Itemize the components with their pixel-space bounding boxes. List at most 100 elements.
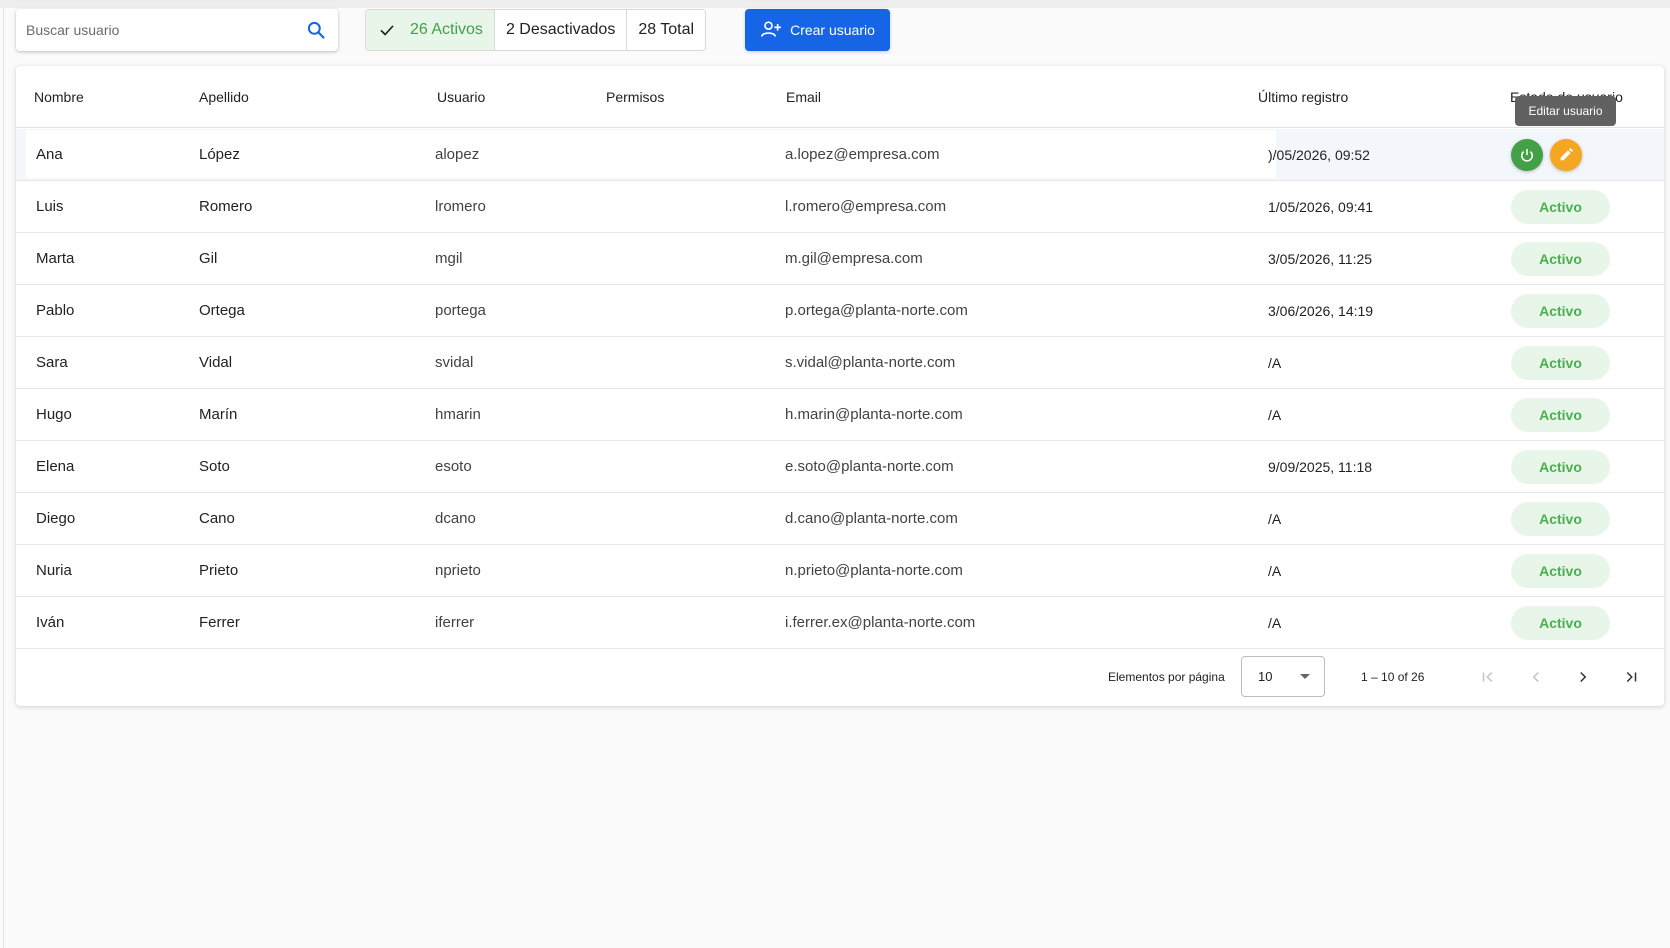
status-badge: Activo bbox=[1511, 190, 1610, 224]
status-badge: Activo bbox=[1511, 554, 1610, 588]
cell-email: a.lopez@empresa.com bbox=[785, 146, 940, 163]
status-badge: Activo bbox=[1511, 502, 1610, 536]
left-divider bbox=[3, 8, 4, 948]
status-badge: Activo bbox=[1511, 294, 1610, 328]
cell-nombre: Luis bbox=[36, 198, 64, 215]
table-row[interactable]: Luis Romero lromero l.romero@empresa.com 1/0… bbox=[16, 181, 1664, 233]
cell-nombre: Diego bbox=[36, 510, 76, 527]
header-ultimo-registro[interactable]: Último registro bbox=[1258, 66, 1348, 128]
cell-ultimo-registro: 9/09/2025, 11:18 bbox=[1268, 459, 1373, 475]
cell-apellido: Cano bbox=[199, 510, 235, 527]
cell-apellido: Soto bbox=[199, 458, 230, 475]
cell-email: p.ortega@planta-norte.com bbox=[785, 302, 968, 319]
cell-nombre: Nuria bbox=[36, 562, 72, 579]
status-badge: Activo bbox=[1511, 398, 1610, 432]
check-icon bbox=[378, 21, 396, 39]
header-email[interactable]: Email bbox=[786, 66, 821, 128]
cell-ultimo-registro: )/05/2026, 09:52 bbox=[1268, 147, 1370, 163]
cell-nombre: Ana bbox=[36, 146, 63, 163]
create-user-button[interactable]: Crear usuario bbox=[745, 9, 890, 51]
table-row[interactable]: Elena Soto esoto e.soto@planta-norte.com 9/0… bbox=[16, 441, 1664, 493]
cell-email: i.ferrer.ex@planta-norte.com bbox=[785, 614, 976, 631]
header-apellido[interactable]: Apellido bbox=[199, 66, 249, 128]
cell-nombre: Iván bbox=[36, 614, 65, 631]
cell-usuario: esoto bbox=[435, 458, 472, 475]
pencil-icon bbox=[1560, 148, 1573, 161]
cell-usuario: lromero bbox=[435, 198, 486, 215]
cell-email: n.prieto@planta-norte.com bbox=[785, 562, 963, 579]
search-icon[interactable] bbox=[304, 18, 328, 42]
cell-apellido: Romero bbox=[199, 198, 253, 215]
search-input[interactable] bbox=[26, 22, 304, 38]
cell-apellido: Vidal bbox=[199, 354, 233, 371]
status-badge: Activo bbox=[1511, 606, 1610, 640]
cell-nombre: Hugo bbox=[36, 406, 72, 423]
header-permisos[interactable]: Permisos bbox=[606, 66, 664, 128]
last-page-icon[interactable] bbox=[1619, 665, 1643, 689]
cell-usuario: dcano bbox=[435, 510, 476, 527]
cell-ultimo-registro: /A bbox=[1268, 407, 1282, 423]
table-row[interactable]: Iván Ferrer iferrer i.ferrer.ex@planta-nort… bbox=[16, 597, 1664, 649]
cell-ultimo-registro: /A bbox=[1268, 563, 1282, 579]
top-strip bbox=[0, 0, 1670, 8]
table-row[interactable]: Diego Cano dcano d.cano@planta-norte.com/A A… bbox=[16, 493, 1664, 545]
cell-apellido: Prieto bbox=[199, 562, 239, 579]
cell-email: l.romero@empresa.com bbox=[785, 198, 947, 215]
filter-active-label: 26 Activos bbox=[410, 21, 483, 38]
edit-user-tooltip: Editar usuario bbox=[1515, 96, 1616, 126]
cell-nombre: Marta bbox=[36, 250, 75, 267]
status-badge: Activo bbox=[1511, 242, 1610, 276]
cell-apellido: Gil bbox=[199, 250, 218, 267]
table-row[interactable]: Hugo Marín hmarin h.marin@planta-norte.com /… bbox=[16, 389, 1664, 441]
page-range: 1 – 10 of 26 bbox=[1361, 670, 1425, 684]
filter-deactivated[interactable]: 2 Desactivados bbox=[495, 10, 628, 50]
cell-apellido: Ortega bbox=[199, 302, 245, 319]
table-row[interactable]: Ana López alopez a.lopez@empresa.com)/05/20… bbox=[16, 129, 1664, 181]
cell-ultimo-registro: 3/05/2026, 11:25 bbox=[1268, 251, 1373, 267]
search-box[interactable] bbox=[16, 9, 338, 51]
status-badge: Activo bbox=[1511, 450, 1610, 484]
create-user-label: Crear usuario bbox=[790, 22, 875, 38]
cell-email: s.vidal@planta-norte.com bbox=[785, 354, 956, 371]
cell-usuario: mgil bbox=[435, 250, 463, 267]
cell-usuario: svidal bbox=[435, 354, 474, 371]
header-nombre[interactable]: Nombre bbox=[34, 66, 84, 128]
table-row[interactable]: Marta Gil mgil m.gil@empresa.com 3/05/2026, … bbox=[16, 233, 1664, 285]
cell-nombre: Sara bbox=[36, 354, 68, 371]
cell-nombre: Elena bbox=[36, 458, 75, 475]
first-page-icon[interactable] bbox=[1476, 665, 1500, 689]
header-usuario[interactable]: Usuario bbox=[437, 66, 485, 128]
edit-user-button[interactable] bbox=[1550, 139, 1582, 171]
status-badge: Activo bbox=[1511, 346, 1610, 380]
table-row[interactable]: Sara Vidal svidal s.vidal@planta-norte.com /… bbox=[16, 337, 1664, 389]
filter-total-label: 28 Total bbox=[638, 21, 695, 38]
next-page-icon[interactable] bbox=[1571, 665, 1595, 689]
users-table-card: Nombre Apellido Usuario Permisos Email Ú… bbox=[16, 66, 1664, 706]
cell-apellido: Ferrer bbox=[199, 614, 240, 631]
page-size-select[interactable]: 10 bbox=[1241, 656, 1325, 697]
cell-ultimo-registro: /A bbox=[1268, 355, 1282, 371]
previous-page-icon[interactable] bbox=[1524, 665, 1548, 689]
cell-email: d.cano@planta-norte.com bbox=[785, 510, 958, 527]
cell-apellido: Marín bbox=[199, 406, 238, 423]
power-toggle-button[interactable] bbox=[1511, 139, 1543, 171]
page-size-value: 10 bbox=[1258, 669, 1273, 684]
cell-apellido: López bbox=[199, 146, 240, 163]
cell-usuario: nprieto bbox=[435, 562, 481, 579]
cell-ultimo-registro: 3/06/2026, 14:19 bbox=[1268, 303, 1374, 319]
cell-email: e.soto@planta-norte.com bbox=[785, 458, 954, 475]
table-row[interactable]: Nuria Prieto nprieto n.prieto@planta-norte.… bbox=[16, 545, 1664, 597]
filter-total[interactable]: 28 Total bbox=[627, 10, 705, 50]
cell-email: h.marin@planta-norte.com bbox=[785, 406, 963, 423]
cell-ultimo-registro: /A bbox=[1268, 511, 1282, 527]
cell-ultimo-registro: 1/05/2026, 09:41 bbox=[1268, 199, 1374, 215]
cell-usuario: hmarin bbox=[435, 406, 481, 423]
cell-ultimo-registro: /A bbox=[1268, 615, 1282, 631]
cell-email: m.gil@empresa.com bbox=[785, 250, 923, 267]
cell-usuario: portega bbox=[435, 302, 486, 319]
table-header: Nombre Apellido Usuario Permisos Email Ú… bbox=[16, 66, 1664, 128]
status-filter-group: 26 Activos 2 Desactivados 28 Total bbox=[365, 9, 707, 51]
filter-deactivated-label: 2 Desactivados bbox=[505, 21, 616, 38]
table-row[interactable]: Pablo Ortega portega p.ortega@planta-norte.… bbox=[16, 285, 1664, 337]
filter-active[interactable]: 26 Activos bbox=[366, 10, 495, 50]
